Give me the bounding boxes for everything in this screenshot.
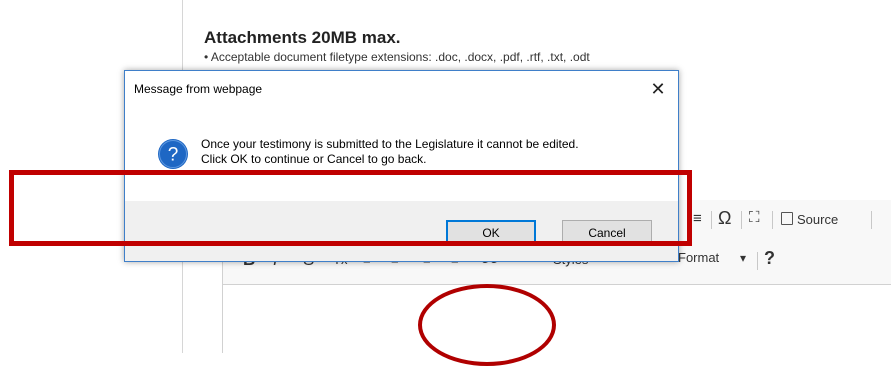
format-dropdown[interactable]: Format <box>678 250 719 265</box>
dialog-titlebar[interactable]: Message from webpage ✕ <box>125 71 678 107</box>
editor-content-area[interactable] <box>223 285 891 353</box>
close-icon[interactable]: ✕ <box>646 77 670 101</box>
attachments-title: Attachments 20MB max. <box>204 28 401 47</box>
toolbar-separator <box>757 252 758 270</box>
help-button[interactable]: ? <box>764 248 775 269</box>
dialog-title: Message from webpage <box>134 82 263 96</box>
dialog-message-line-1: Once your testimony is submitted to the … <box>201 137 579 151</box>
toolbar-separator <box>772 211 773 229</box>
annotation-highlight-ellipse <box>418 284 556 366</box>
attachments-filetype-note: • Acceptable document filetype extension… <box>204 50 590 64</box>
toolbar-separator <box>871 211 872 229</box>
dialog-message-line-2: Click OK to continue or Cancel to go bac… <box>201 152 427 166</box>
format-dropdown-caret-icon[interactable]: ▾ <box>740 251 746 265</box>
source-button-label: Source <box>797 212 839 227</box>
annotation-highlight-rectangle <box>9 170 692 246</box>
special-character-icon[interactable]: Ω <box>718 208 731 229</box>
source-icon <box>781 212 793 225</box>
question-icon: ? <box>158 139 188 169</box>
svg-text:?: ? <box>168 145 179 166</box>
strikethrough-icon[interactable]: ≡ <box>693 210 702 227</box>
maximize-icon[interactable]: ⛶ <box>749 209 760 226</box>
toolbar-separator <box>711 211 712 229</box>
source-button[interactable]: Source <box>781 212 838 227</box>
toolbar-separator <box>741 211 742 229</box>
